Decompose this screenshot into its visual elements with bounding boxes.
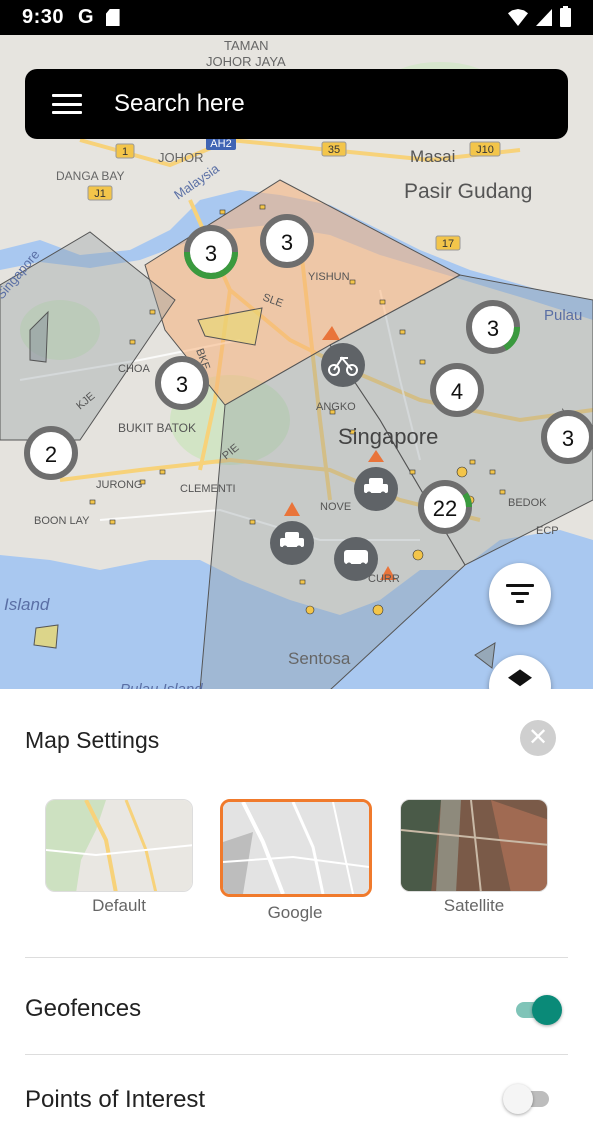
geofences-label: Geofences (25, 995, 142, 1022)
road-shield: J1 (94, 188, 106, 200)
map-label: Pasir Gudang (404, 180, 532, 203)
geofences-toggle[interactable] (514, 995, 562, 1025)
road-shield: AH2 (210, 138, 231, 150)
road-shield: J10 (476, 144, 494, 156)
map-label: JOHOR JAYA (206, 54, 286, 69)
cluster-count: 3 (281, 230, 293, 255)
cluster-count: 3 (205, 241, 217, 266)
map-label: NOVE (320, 501, 351, 513)
map-label: CURR (368, 573, 400, 585)
map-settings-sheet: Map Settings ✕ Default Google Satellite … (0, 689, 593, 1141)
points-of-interest-label: Points of Interest (25, 1086, 206, 1113)
cluster-marker[interactable]: 3 (466, 300, 521, 354)
map-view[interactable]: TAMAN JOHOR JAYA JOHOR Masai Pasir Gudan… (0, 35, 593, 690)
cluster-marker[interactable]: 4 (430, 363, 484, 417)
screen: 9:30 G TAMAN JOHOR JAYA JOHOR Masai Pasi… (0, 0, 593, 1141)
car-icon[interactable] (354, 467, 398, 511)
van-icon[interactable] (334, 537, 378, 581)
filter-button[interactable] (489, 563, 551, 625)
cluster-marker[interactable]: 3 (184, 225, 238, 279)
car-icon[interactable] (270, 521, 314, 565)
map-label: BEDOK (508, 497, 547, 509)
cluster-marker[interactable]: 3 (260, 214, 314, 268)
close-icon: ✕ (527, 724, 549, 751)
map-label: BUKIT BATOK (118, 421, 196, 435)
map-label: YISHUN (308, 271, 350, 283)
road-shield: 17 (442, 238, 454, 250)
map-type-default[interactable]: Default (44, 799, 194, 916)
map-thumbnail-google[interactable] (220, 799, 372, 897)
layers-icon (508, 669, 532, 687)
map-type-label: Google (267, 903, 323, 922)
cluster-marker[interactable]: 3 (155, 356, 209, 410)
map-thumbnail-default[interactable] (45, 799, 193, 892)
status-time: 9:30 (22, 6, 65, 28)
close-button[interactable]: ✕ (520, 720, 556, 756)
map-label: TAMAN (224, 38, 269, 53)
sheet-title: Map Settings (25, 727, 160, 753)
map-type-label: Default (92, 896, 146, 915)
map-label: CLEMENTI (180, 483, 236, 495)
map-label: JOHOR (158, 150, 204, 165)
map-label: BOON LAY (34, 515, 90, 527)
road-shield: 35 (328, 144, 340, 156)
map-label: CHOA (118, 363, 150, 375)
map-label: Singapore (338, 424, 438, 449)
map-type-label: Satellite (443, 896, 505, 915)
map-label: DANGA BAY (56, 169, 124, 183)
search-bar[interactable]: Search here (25, 69, 568, 139)
map-type-google[interactable]: Google (220, 799, 372, 923)
wifi-icon (508, 9, 528, 26)
battery-icon (560, 6, 571, 27)
map-label: Island (4, 595, 50, 614)
cluster-marker[interactable]: 3 (541, 410, 593, 464)
cluster-count: 3 (176, 372, 188, 397)
cluster-count: 22 (433, 496, 457, 521)
map-type-satellite[interactable]: Satellite (399, 799, 549, 916)
sd-card-icon (105, 9, 120, 26)
map-label: ECP (536, 525, 559, 537)
status-bar: 9:30 G (0, 0, 593, 35)
cell-signal-icon (536, 9, 552, 26)
hamburger-menu-icon[interactable] (52, 94, 82, 114)
map-label: Sentosa (288, 649, 351, 668)
google-icon: G (78, 6, 94, 28)
divider (25, 1054, 568, 1055)
road-shield: 1 (122, 146, 128, 158)
points-of-interest-toggle[interactable] (503, 1084, 551, 1114)
cluster-marker[interactable]: 22 (418, 480, 472, 534)
geofence-polygon[interactable] (33, 624, 59, 649)
divider (25, 957, 568, 958)
cluster-count: 2 (45, 442, 57, 467)
cluster-count: 4 (451, 379, 463, 404)
map-label: JURONG (96, 479, 142, 491)
map-label: Pulau (544, 307, 582, 324)
map-label: Masai (410, 147, 455, 166)
filter-icon (506, 584, 534, 604)
cluster-count: 3 (562, 426, 574, 451)
search-input[interactable]: Search here (114, 90, 245, 118)
cluster-marker[interactable]: 2 (24, 426, 78, 480)
cluster-count: 3 (487, 316, 499, 341)
toggle-knob (532, 995, 562, 1025)
toggle-knob (503, 1084, 533, 1114)
map-label: ANGKO (316, 401, 356, 413)
map-thumbnail-satellite[interactable] (400, 799, 548, 892)
motorbike-icon[interactable] (321, 343, 365, 387)
